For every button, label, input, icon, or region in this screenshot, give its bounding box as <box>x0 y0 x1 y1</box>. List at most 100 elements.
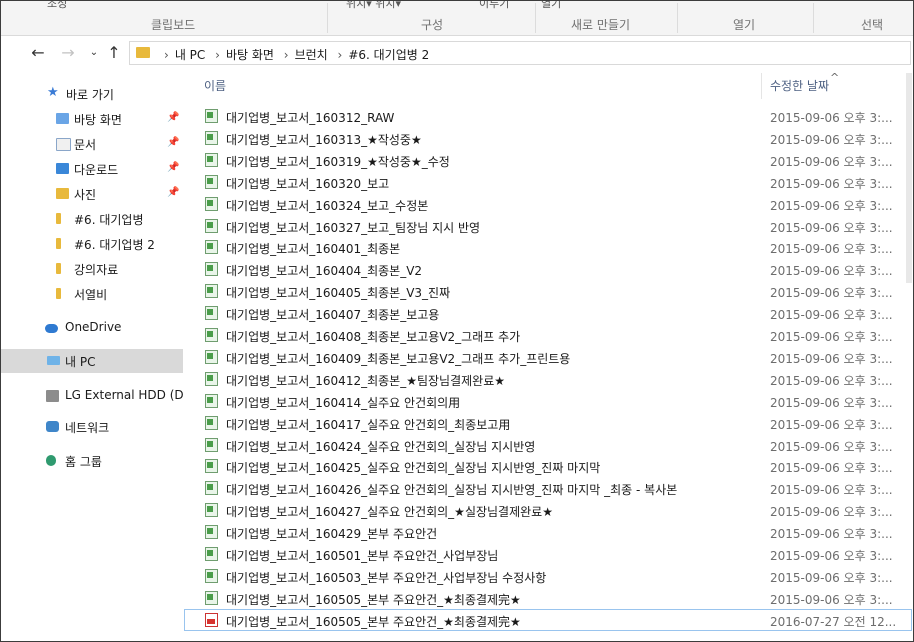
vertical-scrollbar[interactable] <box>906 73 912 283</box>
nav-folder-6-2[interactable]: #6. 대기업병 2 <box>1 233 183 255</box>
folder-icon <box>56 288 61 299</box>
file-row[interactable]: 대기업병_보고서_160409_최종본_보고용V2_그래프 추가_프린트용 201… <box>184 346 912 368</box>
file-row[interactable]: 대기업병_보고서_160404_최종본_V2 2015-09-06 오후 3:..… <box>184 258 912 280</box>
nav-external-drive[interactable]: LG External HDD (D: <box>1 385 188 407</box>
folder-icon <box>136 47 150 58</box>
column-divider[interactable] <box>761 73 762 99</box>
ribbon-fragment[interactable]: 조성 <box>47 1 67 11</box>
file-row[interactable]: 대기업병_보고서_160401_최종본 2015-09-06 오후 3:... <box>184 236 912 258</box>
file-row[interactable]: 대기업병_보고서_160414_실주요 안건회의用 2015-09-06 오후 3… <box>184 390 912 412</box>
file-name: 대기업병_보고서_160426_실주요 안건회의_실장님 지시반영_진짜 마지막… <box>226 483 678 498</box>
pdf-file-icon <box>205 612 218 627</box>
file-row[interactable]: 대기업병_보고서_160503_본부 주요안건_사업부장님 수정사항 2015-0… <box>184 565 912 587</box>
nav-pictures[interactable]: 사진 📌 <box>1 183 183 205</box>
file-row[interactable]: 대기업병_보고서_160505_본부 주요안건_★최종결제完★ 2015-09-0… <box>184 587 912 609</box>
chevron-right-icon[interactable]: › <box>215 48 220 62</box>
nav-documents[interactable]: 문서 📌 <box>1 133 183 155</box>
nav-onedrive[interactable]: OneDrive <box>1 317 183 339</box>
file-name: 대기업병_보고서_160408_최종본_보고용V2_그래프 추가 <box>226 330 521 344</box>
chevron-right-icon[interactable]: › <box>284 48 289 62</box>
file-row[interactable]: 대기업병_보고서_160405_최종본_V3_진짜 2015-09-06 오후 3… <box>184 280 912 302</box>
address-bar[interactable]: › 내 PC › 바탕 화면 › 브런치 › #6. 대기업병 2 <box>129 41 911 65</box>
nav-downloads[interactable]: 다운로드 📌 <box>1 158 183 180</box>
file-modified-date: 2015-09-06 오후 3:... <box>770 154 893 169</box>
cloud-icon <box>45 324 58 333</box>
nav-label: 바탕 화면 <box>74 113 122 127</box>
pin-icon[interactable]: 📌 <box>167 137 179 148</box>
nav-label: 사진 <box>74 188 97 202</box>
file-row[interactable]: 대기업병_보고서_160427_실주요 안건회의_★실장님결제완료★ 2015-0… <box>184 499 912 521</box>
nav-folder-6[interactable]: #6. 대기업병 <box>1 208 183 230</box>
nav-desktop[interactable]: 바탕 화면 📌 <box>1 108 183 130</box>
breadcrumb-item[interactable]: 내 PC <box>175 48 205 62</box>
ribbon-separator <box>327 3 328 33</box>
file-modified-date: 2015-09-06 오후 3:... <box>770 592 893 607</box>
recent-dropdown-icon[interactable]: ⌄ <box>85 44 103 62</box>
file-modified-date: 2015-09-06 오후 3:... <box>770 505 893 520</box>
chevron-right-icon[interactable]: › <box>164 48 169 62</box>
file-row[interactable]: 대기업병_보고서_160312_RAW 2015-09-06 오후 3:... <box>184 105 912 127</box>
file-row[interactable]: 대기업병_보고서_160320_보고 2015-09-06 오후 3:... <box>184 171 912 193</box>
file-row[interactable]: 대기업병_보고서_160417_실주요 안건회의_최종보고用 2015-09-06… <box>184 412 912 434</box>
nav-label: OneDrive <box>65 320 122 334</box>
navigation-pane[interactable]: ★ 바로 가기 바탕 화면 📌 문서 📌 다운로드 📌 사진 📌 #6. 대기업… <box>1 73 188 641</box>
nav-homegroup[interactable]: 홈 그룹 <box>1 450 183 472</box>
spreadsheet-file-icon <box>205 284 218 299</box>
pin-icon[interactable]: 📌 <box>167 112 179 123</box>
file-row[interactable]: 대기업병_보고서_160408_최종본_보고용V2_그래프 추가 2015-09-… <box>184 324 912 346</box>
nav-label: 내 PC <box>65 355 96 369</box>
column-header-date[interactable]: 수정한 날짜 <box>770 73 829 99</box>
pin-icon[interactable]: 📌 <box>167 162 179 173</box>
file-row[interactable]: 대기업병_보고서_160505_본부 주요안건_★최종결제完★ 2016-07-2… <box>184 608 912 631</box>
file-name: 대기업병_보고서_160424_실주요 안건회의_실장님 지시반영 <box>226 439 536 454</box>
breadcrumb-item[interactable]: 브런치 <box>295 48 328 62</box>
file-row[interactable]: 대기업병_보고서_160313_★작성중★ 2015-09-06 오후 3:... <box>184 127 912 149</box>
up-arrow-icon[interactable]: ↑ <box>105 44 123 62</box>
file-name: 대기업병_보고서_160429_본부 주요안건 <box>226 527 438 542</box>
file-row[interactable]: 대기업병_보고서_160426_실주요 안건회의_실장님 지시반영_진짜 마지막… <box>184 477 912 499</box>
file-row[interactable]: 대기업병_보고서_160425_실주요 안건회의_실장님 지시반영_진짜 마지막… <box>184 455 912 477</box>
chevron-right-icon[interactable]: › <box>338 48 343 62</box>
nav-folder-seoyeol[interactable]: 서열비 <box>1 283 183 305</box>
column-header-name[interactable]: 이름 <box>204 73 226 99</box>
spreadsheet-file-icon <box>205 328 218 342</box>
nav-folder-lectures[interactable]: 강의자료 <box>1 258 183 280</box>
spreadsheet-file-icon <box>205 547 218 561</box>
file-row[interactable]: 대기업병_보고서_160412_최종본_★팀장님결제완료★ 2015-09-06 … <box>184 368 912 390</box>
ribbon-fragment[interactable]: 위치▾ 위치▾ <box>346 1 401 11</box>
file-row[interactable]: 대기업병_보고서_160407_최종본_보고용 2015-09-06 오후 3:.… <box>184 302 912 324</box>
pictures-icon <box>56 188 69 199</box>
file-list[interactable]: 이름 수정한 날짜 ^ 대기업병_보고서_160312_RAW 2015-09-0… <box>184 71 912 641</box>
nav-network[interactable]: 네트워크 <box>1 416 183 438</box>
file-name: 대기업병_보고서_160417_실주요 안건회의_최종보고用 <box>226 417 511 432</box>
sort-ascending-icon: ^ <box>830 71 840 84</box>
file-name: 대기업병_보고서_160501_본부 주요안건_사업부장님 <box>226 549 499 563</box>
file-row[interactable]: 대기업병_보고서_160319_★작성중★_수정 2015-09-06 오후 3:… <box>184 149 912 171</box>
forward-arrow-icon[interactable]: → <box>59 44 77 62</box>
nav-this-pc[interactable]: 내 PC <box>1 349 183 373</box>
breadcrumb-item[interactable]: #6. 대기업병 2 <box>348 48 429 62</box>
documents-icon <box>56 138 71 151</box>
file-modified-date: 2015-09-06 오후 3:... <box>770 176 893 191</box>
desktop-folder-icon <box>56 113 69 124</box>
file-row[interactable]: 대기업병_보고서_160327_보고_팀장님 지시 반영 2015-09-06 오… <box>184 215 912 237</box>
nav-label: 네트워크 <box>65 421 110 435</box>
ribbon-fragment[interactable]: 이루기 <box>479 1 509 11</box>
spreadsheet-file-icon <box>205 371 218 386</box>
file-row[interactable]: 대기업병_보고서_160429_본부 주요안건 2015-09-06 오후 3:.… <box>184 521 912 543</box>
spreadsheet-file-icon <box>205 218 218 233</box>
ribbon-separator <box>677 3 678 33</box>
breadcrumb-item[interactable]: 바탕 화면 <box>226 48 274 62</box>
file-name: 대기업병_보고서_160425_실주요 안건회의_실장님 지시반영_진짜 마지막 <box>226 461 601 476</box>
pin-icon[interactable]: 📌 <box>167 187 179 198</box>
ribbon-group-new: 새로 만들기 <box>571 18 631 32</box>
file-name: 대기업병_보고서_160319_★작성중★_수정 <box>226 154 450 169</box>
file-row[interactable]: 대기업병_보고서_160501_본부 주요안건_사업부장님 2015-09-06 … <box>184 543 912 565</box>
ribbon-fragment[interactable]: 열기 <box>541 1 561 11</box>
file-row[interactable]: 대기업병_보고서_160424_실주요 안건회의_실장님 지시반영 2015-09… <box>184 434 912 456</box>
nav-quick-access[interactable]: ★ 바로 가기 <box>1 83 183 105</box>
file-modified-date: 2015-09-06 오후 3:... <box>770 198 893 213</box>
back-arrow-icon[interactable]: ← <box>29 44 47 62</box>
file-row[interactable]: 대기업병_보고서_160324_보고_수정본 2015-09-06 오후 3:..… <box>184 193 912 215</box>
file-name: 대기업병_보고서_160427_실주요 안건회의_★실장님결제완료★ <box>226 505 553 520</box>
